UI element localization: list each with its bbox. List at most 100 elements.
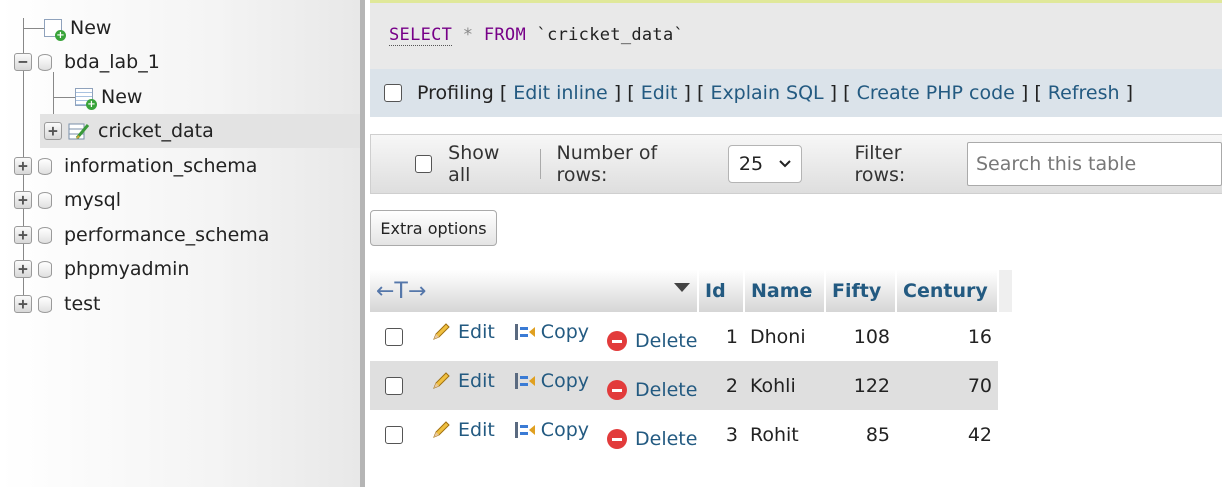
tree-item-mysql[interactable]: + mysql [14, 183, 121, 217]
tree-item-new-table[interactable]: + New [75, 80, 142, 114]
cell-id[interactable]: 2 [698, 361, 744, 410]
cell-id[interactable]: 1 [698, 312, 744, 361]
tree-item-label: performance_schema [64, 224, 270, 246]
tree-line [23, 28, 45, 29]
tree-item-label: mysql [64, 189, 121, 211]
sql-keyword-from: FROM [483, 25, 526, 45]
tree-item-new-database[interactable]: + New [44, 11, 111, 45]
database-icon [38, 226, 52, 244]
sql-operator: * [462, 25, 474, 45]
cell-fifty[interactable]: 85 [825, 410, 896, 459]
table-header-row: ←T→ Id Name Fifty Century [370, 270, 1012, 312]
copy-row-link[interactable]: Copy [513, 370, 589, 392]
navigation-panel: + New − bda_lab_1 + New + cricket_data +… [0, 0, 360, 487]
sql-keyword-select[interactable]: SELECT [389, 25, 453, 46]
edit-inline-link[interactable]: Edit inline [513, 82, 607, 104]
new-table-icon: + [75, 88, 97, 110]
table-row: Edit Copy Delete 3 Rohit 85 42 [370, 410, 1012, 459]
create-php-code-link[interactable]: Create PHP code [857, 82, 1015, 104]
new-database-icon: + [44, 19, 66, 41]
column-header-name[interactable]: Name [744, 270, 826, 312]
copy-row-link[interactable]: Copy [513, 419, 589, 441]
expand-icon[interactable]: + [14, 260, 32, 278]
profiling-bar: Profiling [ Edit inline ] [ Edit ] [ Exp… [370, 69, 1222, 117]
sort-menu-icon[interactable] [673, 282, 691, 294]
cell-name[interactable]: Rohit [744, 410, 825, 459]
column-arrows[interactable]: ←T→ [376, 279, 426, 304]
panel-splitter[interactable] [360, 0, 365, 487]
edit-link[interactable]: Edit [641, 82, 678, 104]
extra-options-button[interactable]: Extra options [370, 210, 497, 246]
expand-icon[interactable]: + [14, 295, 32, 313]
copy-icon [514, 372, 535, 389]
row-checkbox[interactable] [385, 328, 403, 347]
expand-icon[interactable]: + [14, 226, 32, 244]
tree-item-information-schema[interactable]: + information_schema [14, 149, 257, 183]
refresh-link[interactable]: Refresh [1048, 82, 1120, 104]
database-icon [38, 295, 52, 313]
column-header-century[interactable]: Century [896, 270, 999, 312]
table-row: Edit Copy Delete 2 Kohli 122 70 [370, 361, 1012, 410]
cell-name[interactable]: Dhoni [744, 312, 825, 361]
delete-row-link[interactable]: Delete [607, 428, 697, 450]
cell-name[interactable]: Kohli [744, 361, 825, 410]
row-actions: Edit Copy Delete [370, 361, 698, 410]
copy-icon [514, 421, 535, 438]
tree-item-cricket-data[interactable]: + cricket_data [40, 114, 360, 148]
table-navigation-bar: Show all Number of rows: 25 Filter rows: [370, 134, 1222, 194]
profiling-checkbox[interactable] [384, 84, 402, 102]
delete-row-link[interactable]: Delete [607, 379, 697, 401]
collapse-icon[interactable]: − [14, 53, 32, 71]
filter-rows-input[interactable] [967, 142, 1222, 186]
filter-rows-label: Filter rows: [854, 142, 906, 186]
column-header-fifty[interactable]: Fifty [825, 270, 897, 312]
header-spacer [998, 270, 1012, 312]
cell-century[interactable]: 70 [896, 361, 998, 410]
delete-icon [607, 429, 627, 450]
cell-id[interactable]: 3 [698, 410, 744, 459]
copy-row-link[interactable]: Copy [513, 321, 589, 343]
database-icon [38, 191, 52, 209]
edit-row-link[interactable]: Edit [430, 370, 495, 392]
sql-query: SELECT * FROM `cricket_data` [389, 25, 685, 46]
tree-line [53, 97, 75, 98]
tree-item-phpmyadmin[interactable]: + phpmyadmin [14, 252, 189, 286]
delete-row-link[interactable]: Delete [607, 330, 697, 352]
tree-item-test[interactable]: + test [14, 287, 101, 321]
tree-item-label: information_schema [64, 155, 258, 177]
pencil-icon [433, 421, 450, 438]
database-icon [38, 157, 52, 175]
explain-sql-link[interactable]: Explain SQL [710, 82, 823, 104]
tree-item-bda-lab-1[interactable]: − bda_lab_1 [14, 45, 160, 79]
tree-item-label: test [64, 293, 101, 315]
row-checkbox[interactable] [385, 426, 403, 445]
expand-icon[interactable]: + [14, 191, 32, 209]
profiling-label: Profiling [417, 82, 494, 104]
tree-item-label: phpmyadmin [64, 258, 190, 280]
number-of-rows-label: Number of rows: [556, 142, 658, 186]
pencil-icon [433, 372, 450, 389]
row-checkbox[interactable] [385, 377, 403, 396]
row-actions: Edit Copy Delete [370, 312, 698, 361]
table-row: Edit Copy Delete 1 Dhoni 108 16 [370, 312, 1012, 361]
database-icon [38, 53, 52, 71]
expand-icon[interactable]: + [14, 157, 32, 175]
results-table: ←T→ Id Name Fifty Century Edit Copy Delete… [370, 270, 1012, 459]
tree-item-performance-schema[interactable]: + performance_schema [14, 218, 269, 252]
edit-row-link[interactable]: Edit [430, 321, 495, 343]
cell-fifty[interactable]: 108 [825, 312, 896, 361]
column-arrows-header: ←T→ [370, 270, 699, 312]
edit-row-link[interactable]: Edit [430, 419, 495, 441]
cell-fifty[interactable]: 122 [825, 361, 896, 410]
show-all-checkbox[interactable] [415, 155, 433, 173]
sql-query-box: SELECT * FROM `cricket_data` [370, 3, 1222, 69]
database-icon [38, 260, 52, 278]
row-actions: Edit Copy Delete [370, 410, 698, 459]
delete-icon [607, 380, 627, 401]
column-header-id[interactable]: Id [698, 270, 745, 312]
cell-century[interactable]: 16 [896, 312, 998, 361]
expand-icon[interactable]: + [44, 122, 62, 140]
cell-century[interactable]: 42 [896, 410, 998, 459]
sql-table-name: `cricket_data` [536, 25, 685, 45]
number-of-rows-select[interactable]: 25 [727, 145, 803, 183]
